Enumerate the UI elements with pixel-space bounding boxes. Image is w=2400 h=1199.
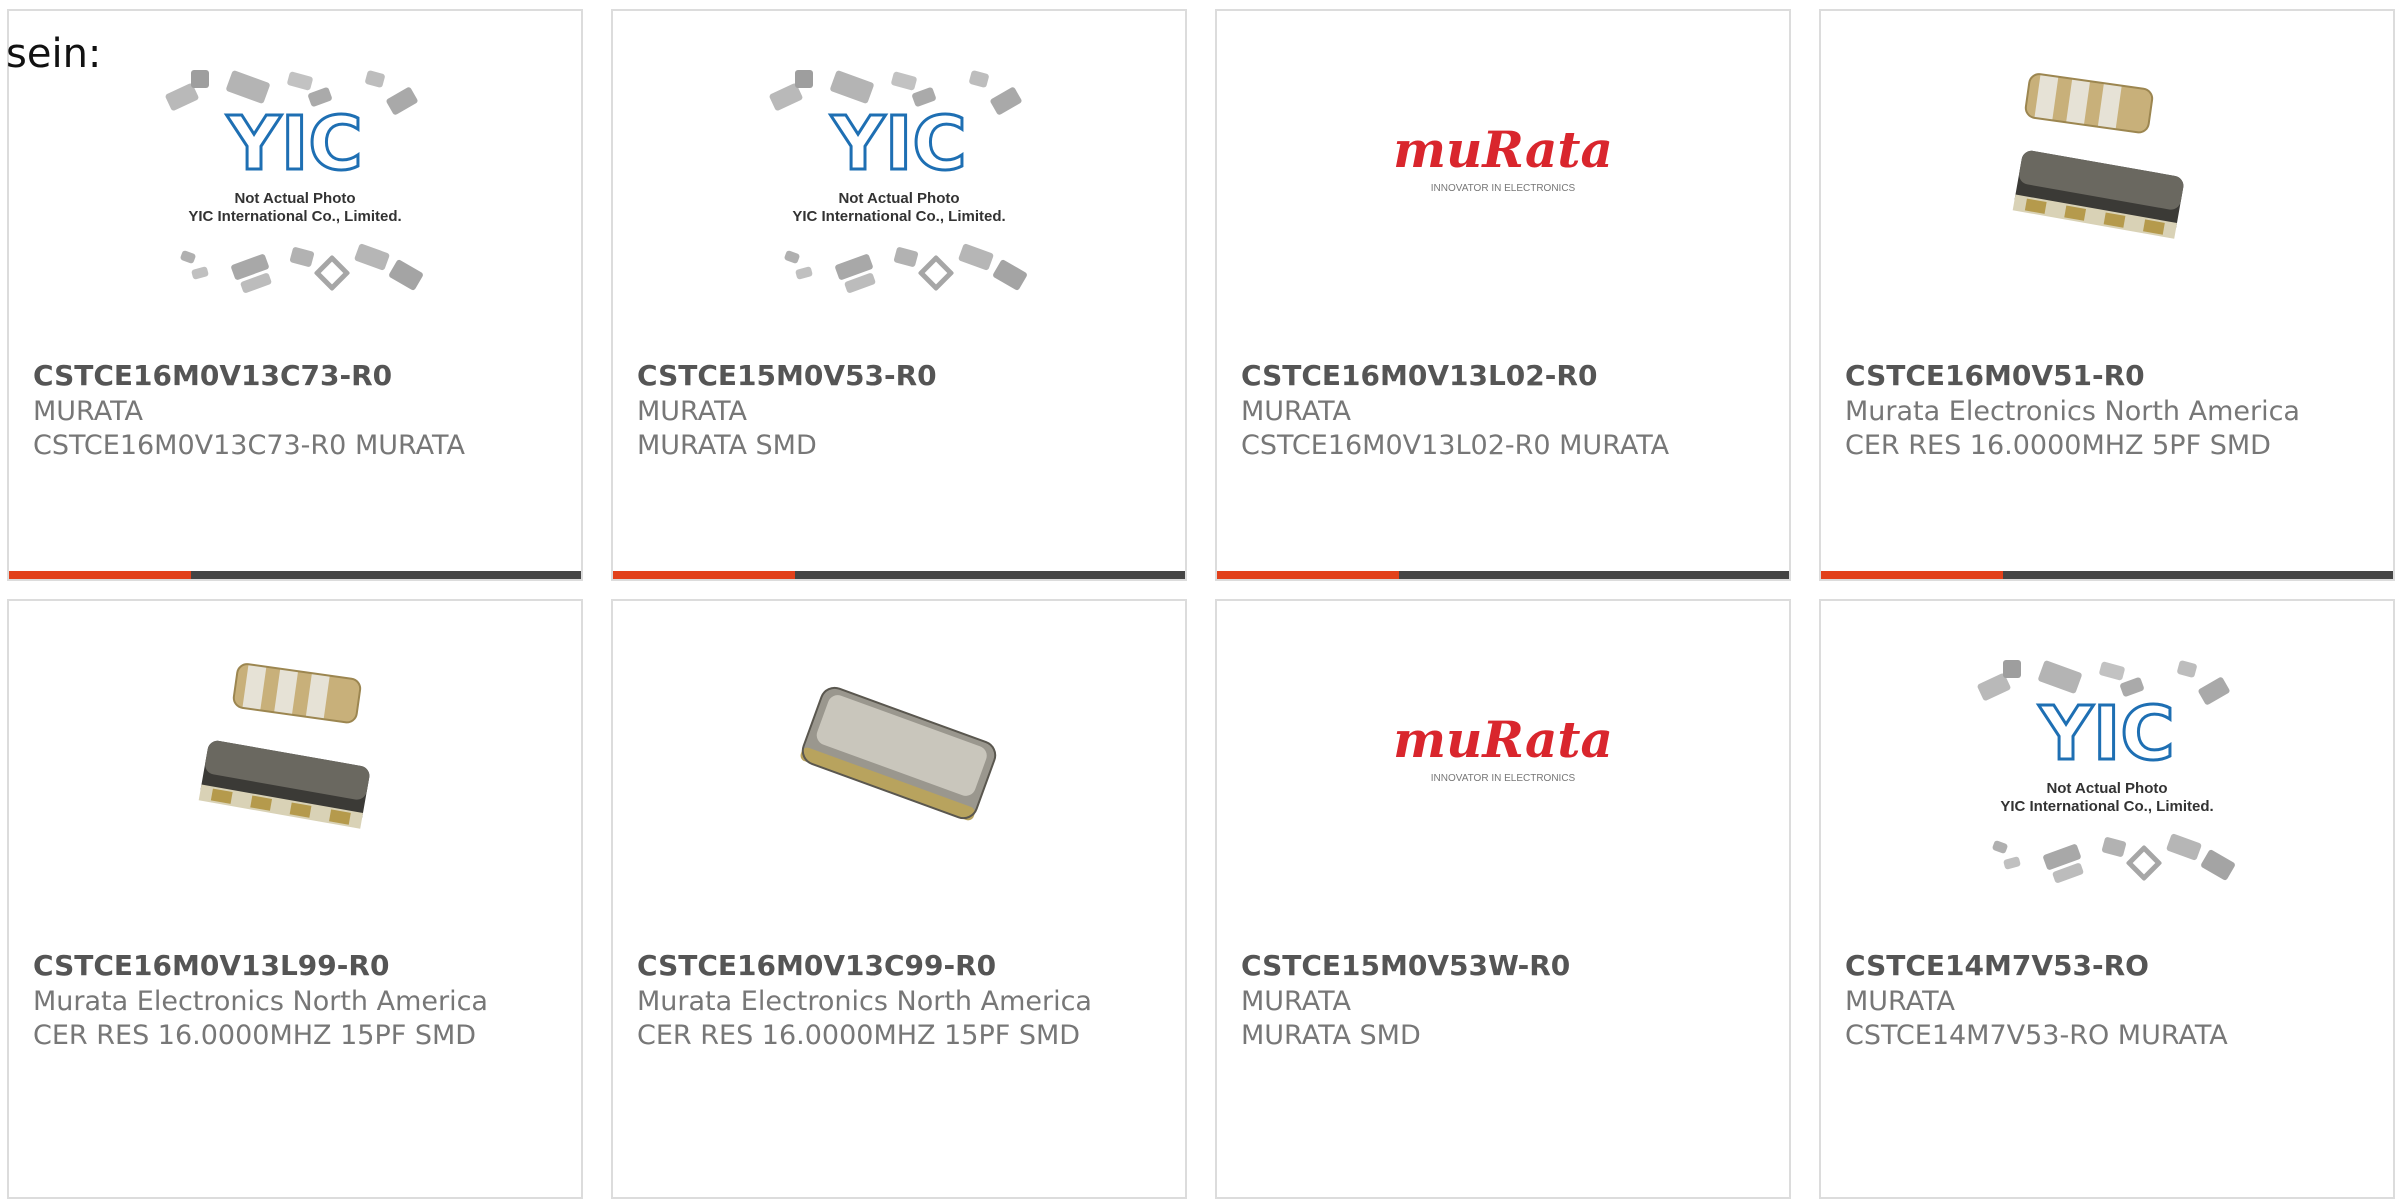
card-bar-accent xyxy=(1821,571,2003,579)
manufacturer-name: Murata Electronics North America xyxy=(1845,396,2300,427)
yic-company-text: YIC International Co., Limited. xyxy=(2000,798,2213,815)
yic-logo-icon: YIC xyxy=(830,101,966,187)
part-number-link[interactable]: CSTCE14M7V53-RO xyxy=(1845,949,2149,982)
card-progress-bar xyxy=(613,571,1185,579)
product-description: MURATA SMD xyxy=(637,430,817,461)
yic-logo-icon: YIC xyxy=(2038,691,2174,777)
part-number-link[interactable]: CSTCE15M0V53-R0 xyxy=(637,359,937,392)
card-progress-bar xyxy=(9,571,581,579)
card-bar-accent xyxy=(9,571,191,579)
resonator-photo-image[interactable] xyxy=(1821,11,2393,351)
murata-logo-text: muRata xyxy=(1393,125,1613,179)
manufacturer-name: Murata Electronics North America xyxy=(637,986,1092,1017)
product-description: CER RES 16.0000MHZ 15PF SMD xyxy=(637,1020,1081,1051)
product-description: CSTCE16M0V13L02-R0 MURATA xyxy=(1241,430,1670,461)
product-card[interactable]: CSTCE16M0V13C99-R0 Murata Electronics No… xyxy=(611,599,1187,1199)
murata-tagline-text: INNOVATOR IN ELECTRONICS xyxy=(1431,183,1576,194)
murata-logo-image[interactable]: muRata INNOVATOR IN ELECTRONICS xyxy=(1217,11,1789,351)
product-description: CSTCE14M7V53-RO MURATA xyxy=(1845,1020,2228,1051)
product-card[interactable]: CSTCE16M0V51-R0 Murata Electronics North… xyxy=(1819,9,2395,581)
part-number-link[interactable]: CSTCE16M0V13C99-R0 xyxy=(637,949,996,982)
product-card[interactable]: muRata INNOVATOR IN ELECTRONICS CSTCE16M… xyxy=(1215,9,1791,581)
product-card[interactable]: YIC Not Actual Photo YIC International Co.… xyxy=(7,9,583,581)
resonator-photo-image[interactable] xyxy=(9,601,581,941)
card-bar-accent xyxy=(1217,571,1399,579)
part-number-link[interactable]: CSTCE16M0V13L99-R0 xyxy=(33,949,389,982)
not-actual-photo-text: Not Actual Photo xyxy=(838,190,959,207)
yic-placeholder-image[interactable]: YIC Not Actual Photo YIC International Co.… xyxy=(1821,601,2393,941)
manufacturer-name: MURATA xyxy=(1241,396,1351,427)
product-card[interactable]: YIC Not Actual Photo YIC International Co.… xyxy=(611,9,1187,581)
part-number-link[interactable]: CSTCE16M0V51-R0 xyxy=(1845,359,2145,392)
manufacturer-name: Murata Electronics North America xyxy=(33,986,488,1017)
not-actual-photo-text: Not Actual Photo xyxy=(234,190,355,207)
product-grid: YIC Not Actual Photo YIC International Co.… xyxy=(0,0,2400,1199)
part-number-link[interactable]: CSTCE15M0V53W-R0 xyxy=(1241,949,1570,982)
yic-company-text: YIC International Co., Limited. xyxy=(792,208,1005,225)
part-number-link[interactable]: CSTCE16M0V13C73-R0 xyxy=(33,359,392,392)
card-progress-bar xyxy=(1217,571,1789,579)
product-card[interactable]: YIC Not Actual Photo YIC International Co.… xyxy=(1819,599,2395,1199)
manufacturer-name: MURATA xyxy=(637,396,747,427)
card-bar-accent xyxy=(613,571,795,579)
product-description: CER RES 16.0000MHZ 15PF SMD xyxy=(33,1020,477,1051)
product-description: CER RES 16.0000MHZ 5PF SMD xyxy=(1845,430,2271,461)
product-card[interactable]: CSTCE16M0V13L99-R0 Murata Electronics No… xyxy=(7,599,583,1199)
product-description: MURATA SMD xyxy=(1241,1020,1421,1051)
product-description: CSTCE16M0V13C73-R0 MURATA xyxy=(33,430,465,461)
manufacturer-name: MURATA xyxy=(33,396,143,427)
murata-logo-image[interactable]: muRata INNOVATOR IN ELECTRONICS xyxy=(1217,601,1789,941)
card-progress-bar xyxy=(1821,571,2393,579)
manufacturer-name: MURATA xyxy=(1241,986,1351,1017)
manufacturer-name: MURATA xyxy=(1845,986,1955,1017)
murata-tagline-text: INNOVATOR IN ELECTRONICS xyxy=(1431,773,1576,784)
not-actual-photo-text: Not Actual Photo xyxy=(2046,780,2167,797)
intro-text: sein: xyxy=(6,31,102,77)
product-card[interactable]: muRata INNOVATOR IN ELECTRONICS CSTCE15M… xyxy=(1215,599,1791,1199)
resonator-single-photo-image[interactable] xyxy=(613,601,1185,941)
part-number-link[interactable]: CSTCE16M0V13L02-R0 xyxy=(1241,359,1597,392)
yic-placeholder-image[interactable]: YIC Not Actual Photo YIC International Co.… xyxy=(613,11,1185,351)
yic-company-text: YIC International Co., Limited. xyxy=(188,208,401,225)
murata-logo-text: muRata xyxy=(1393,715,1613,769)
yic-logo-icon: YIC xyxy=(226,101,362,187)
